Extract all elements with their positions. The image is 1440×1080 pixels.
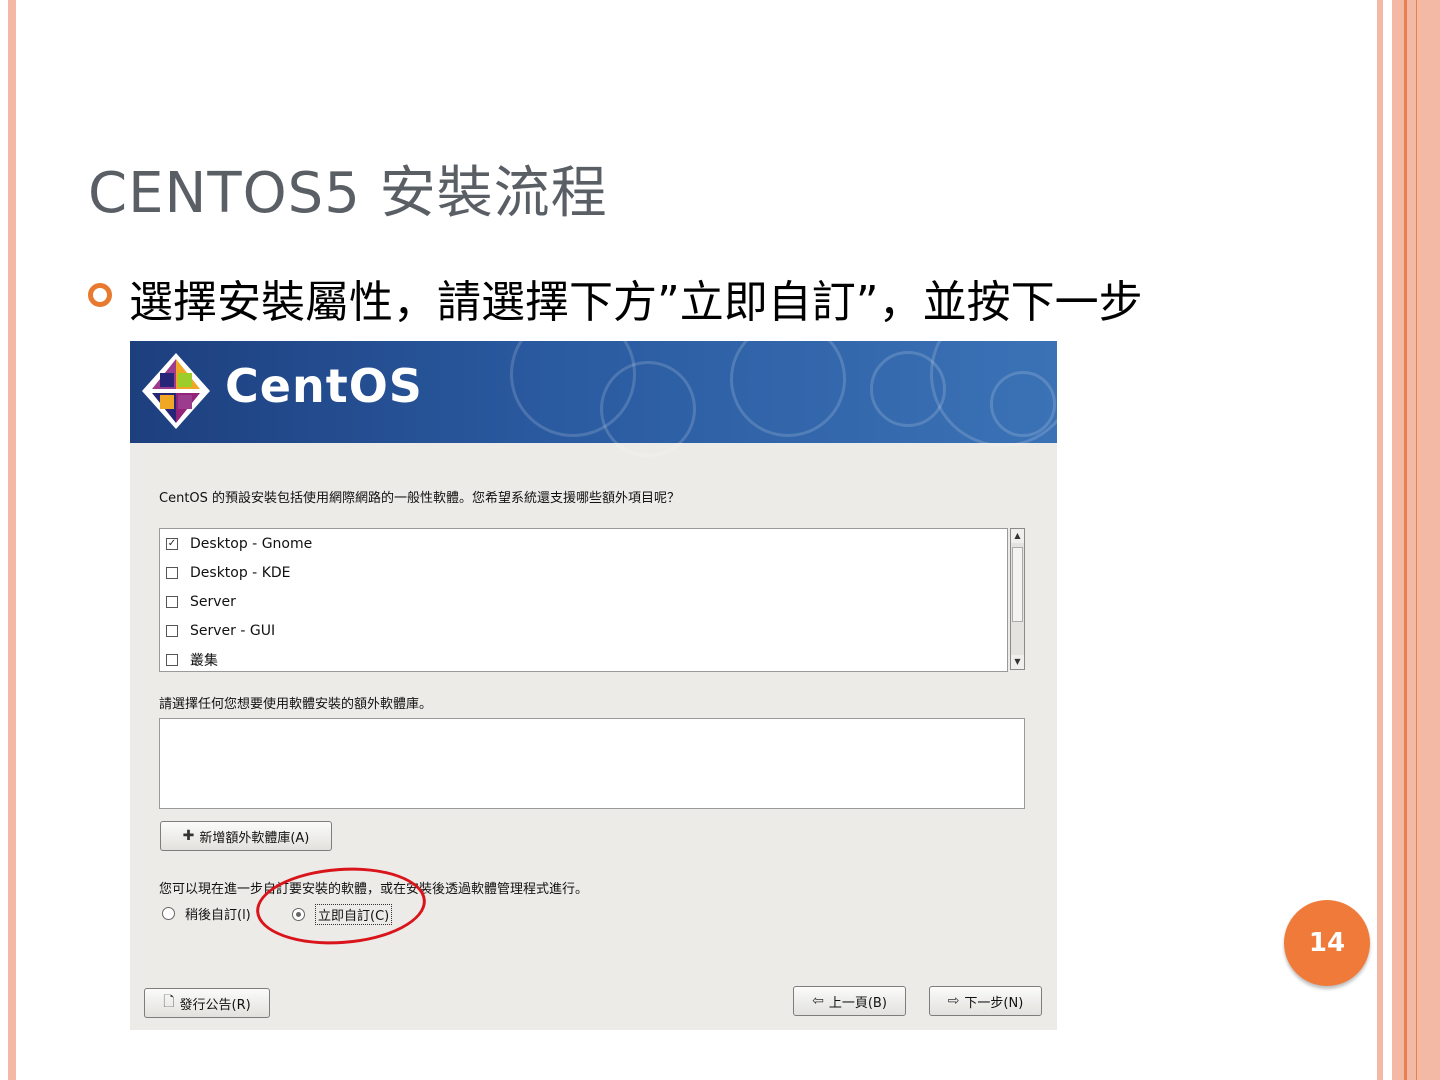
checkbox[interactable] bbox=[166, 654, 178, 666]
install-prompt: CentOS 的預設安裝包括使用網際網路的一般性軟體。您希望系統還支援哪些額外項… bbox=[159, 491, 681, 506]
back-button-label: 上一頁(B) bbox=[828, 995, 887, 1011]
task-option-server-gui[interactable]: Server - GUI bbox=[166, 621, 275, 641]
centos-logo-icon bbox=[142, 353, 210, 429]
centos-logo-text: CentOS bbox=[225, 359, 423, 413]
arrow-right-icon: ⇨ bbox=[947, 993, 960, 1009]
arrow-left-icon: ⇦ bbox=[812, 993, 824, 1009]
checkbox[interactable] bbox=[166, 625, 178, 637]
task-option-server[interactable]: Server bbox=[166, 592, 236, 612]
repo-label: 請選擇任何您想要使用軟體安裝的額外軟體庫。 bbox=[159, 697, 433, 712]
task-option-desktop-kde[interactable]: Desktop - KDE bbox=[166, 563, 291, 583]
back-button[interactable]: ⇦ 上一頁(B) bbox=[793, 986, 906, 1016]
task-option-label: Server bbox=[190, 594, 236, 610]
document-icon: 🗋 bbox=[163, 994, 175, 1010]
bullet-text: 選擇安裝屬性，請選擇下方”立即自訂”，並按下一步 bbox=[129, 277, 1143, 328]
scroll-thumb[interactable] bbox=[1012, 547, 1023, 622]
slide-title: CENTOS5 安裝流程 bbox=[88, 161, 608, 226]
header-swirl-decoration bbox=[990, 371, 1056, 437]
release-notes-button[interactable]: 🗋 發行公告(R) bbox=[144, 988, 270, 1018]
page-number-badge: 14 bbox=[1284, 900, 1370, 986]
bullet-item: 選擇安裝屬性，請選擇下方”立即自訂”，並按下一步 bbox=[88, 266, 1143, 330]
task-option-label: Desktop - KDE bbox=[190, 565, 291, 581]
task-option-label: 叢集 bbox=[190, 653, 218, 669]
add-repo-button[interactable]: ✚ 新增額外軟體庫(A) bbox=[160, 821, 332, 851]
radio-button[interactable] bbox=[162, 907, 175, 920]
ring-bullet-icon bbox=[88, 283, 112, 307]
release-notes-button-label: 發行公告(R) bbox=[179, 997, 251, 1013]
task-option-cluster[interactable]: 叢集 bbox=[166, 650, 218, 670]
checkbox[interactable] bbox=[166, 567, 178, 579]
task-listbox[interactable]: ✓ Desktop - Gnome Desktop - KDE Server S… bbox=[159, 528, 1008, 672]
task-option-desktop-gnome[interactable]: ✓ Desktop - Gnome bbox=[166, 534, 312, 554]
list-scrollbar[interactable]: ▲ ▼ bbox=[1010, 528, 1025, 670]
installer-header: CentOS bbox=[130, 341, 1057, 457]
header-swirl-decoration bbox=[730, 341, 846, 437]
task-option-label: Server - GUI bbox=[190, 623, 276, 639]
slide-right-line-thin bbox=[1416, 0, 1417, 1080]
add-repo-button-label: 新增額外軟體庫(A) bbox=[199, 830, 310, 846]
repo-list[interactable] bbox=[159, 718, 1025, 809]
scroll-up-arrow-icon[interactable]: ▲ bbox=[1011, 529, 1024, 543]
radio-label: 稍後自訂(l) bbox=[185, 908, 251, 923]
checkbox[interactable] bbox=[166, 596, 178, 608]
checkbox-checked[interactable]: ✓ bbox=[166, 538, 178, 550]
header-swirl-decoration bbox=[600, 361, 696, 457]
radio-customize-later[interactable]: 稍後自訂(l) bbox=[162, 904, 251, 923]
slide-left-border bbox=[8, 0, 16, 1080]
next-button[interactable]: ⇨ 下一步(N) bbox=[929, 986, 1042, 1016]
scroll-down-arrow-icon[interactable]: ▼ bbox=[1011, 655, 1024, 669]
task-option-label: Desktop - Gnome bbox=[190, 536, 313, 552]
plus-icon: ✚ bbox=[182, 828, 195, 844]
next-button-label: 下一步(N) bbox=[964, 995, 1024, 1011]
slide-right-line bbox=[1404, 0, 1407, 1080]
slide-right-stripe bbox=[1377, 0, 1383, 1080]
